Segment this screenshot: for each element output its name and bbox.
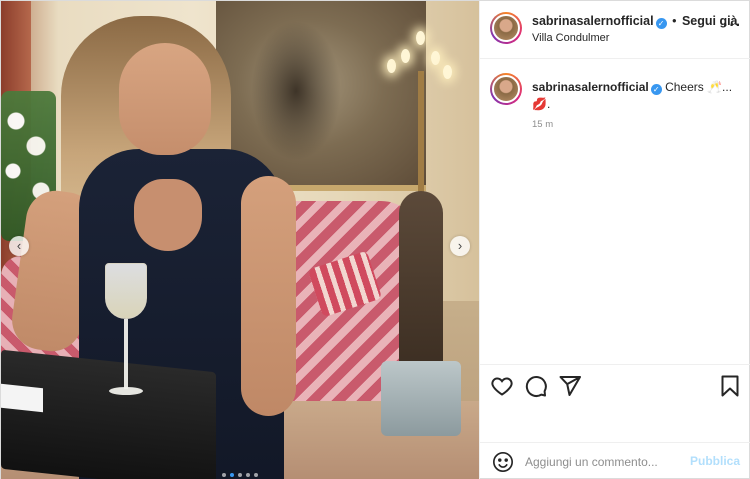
verified-badge-icon: ✓ (650, 84, 662, 95)
emoji-icon[interactable] (492, 451, 514, 473)
avatar-photo (492, 14, 520, 42)
person-arm-right (241, 176, 296, 416)
caption-text-block: sabrinasalernofficial ✓ Cheers 🥂... 💋. (532, 79, 742, 113)
avatar[interactable] (490, 12, 522, 44)
avatar[interactable] (490, 73, 522, 105)
post-side-panel: sabrinasalernofficial ✓ • Segui già Villa… (479, 1, 750, 479)
publish-button[interactable]: Pubblica (690, 454, 740, 468)
carousel-dot (230, 473, 234, 477)
carousel-indicator (222, 473, 258, 477)
candle-flame (387, 59, 396, 73)
heart-icon[interactable] (490, 374, 514, 398)
carousel-dot (254, 473, 258, 477)
glass-bowl (105, 263, 147, 319)
photo-candelabra (381, 31, 461, 451)
bookmark-icon[interactable] (718, 374, 742, 398)
caption-text: Cheers 🥂... (665, 80, 733, 94)
chevron-right-icon[interactable]: › (450, 236, 470, 256)
comment-input[interactable] (525, 452, 680, 472)
header-user-line: sabrinasalernofficial ✓ • Segui già (532, 14, 738, 29)
photo-napkin (1, 383, 43, 413)
post-location[interactable]: Villa Condulmer (532, 32, 609, 44)
verified-badge-icon: ✓ (655, 18, 667, 29)
add-comment-bar: Pubblica (480, 442, 750, 479)
chevron-left-icon[interactable]: ‹ (9, 236, 29, 256)
candelabra-base (381, 361, 461, 436)
champagne-glass (105, 263, 147, 399)
person-face (119, 43, 211, 155)
avatar-photo (492, 75, 520, 103)
caption-username[interactable]: sabrinasalernofficial (532, 80, 649, 94)
header-username[interactable]: sabrinasalernofficial (532, 14, 654, 28)
comment-icon[interactable] (524, 374, 548, 398)
glass-foot (109, 387, 143, 395)
candle-flame (443, 65, 452, 79)
post-photo[interactable]: ‹ › (1, 1, 479, 479)
post-header: sabrinasalernofficial ✓ • Segui già Villa… (480, 1, 750, 59)
candle-flame (431, 51, 440, 65)
caption-timestamp[interactable]: 15 m (532, 119, 553, 130)
carousel-dot (246, 473, 250, 477)
action-bar (480, 364, 750, 442)
header-separator: • (672, 14, 677, 28)
carousel-dot (238, 473, 242, 477)
carousel-dot (222, 473, 226, 477)
dress-keyhole (134, 179, 202, 251)
glass-stem (124, 319, 128, 389)
instagram-post: ‹ › sabrinasalernofficial ✓ • Segui già V… (0, 0, 750, 479)
candelabra-statue (399, 191, 443, 371)
caption-emoji-line: 💋. (532, 97, 551, 111)
more-options-icon[interactable]: ··· (723, 17, 742, 35)
candle-flame (401, 49, 410, 63)
share-icon[interactable] (558, 374, 582, 398)
candle-flame (416, 31, 425, 45)
